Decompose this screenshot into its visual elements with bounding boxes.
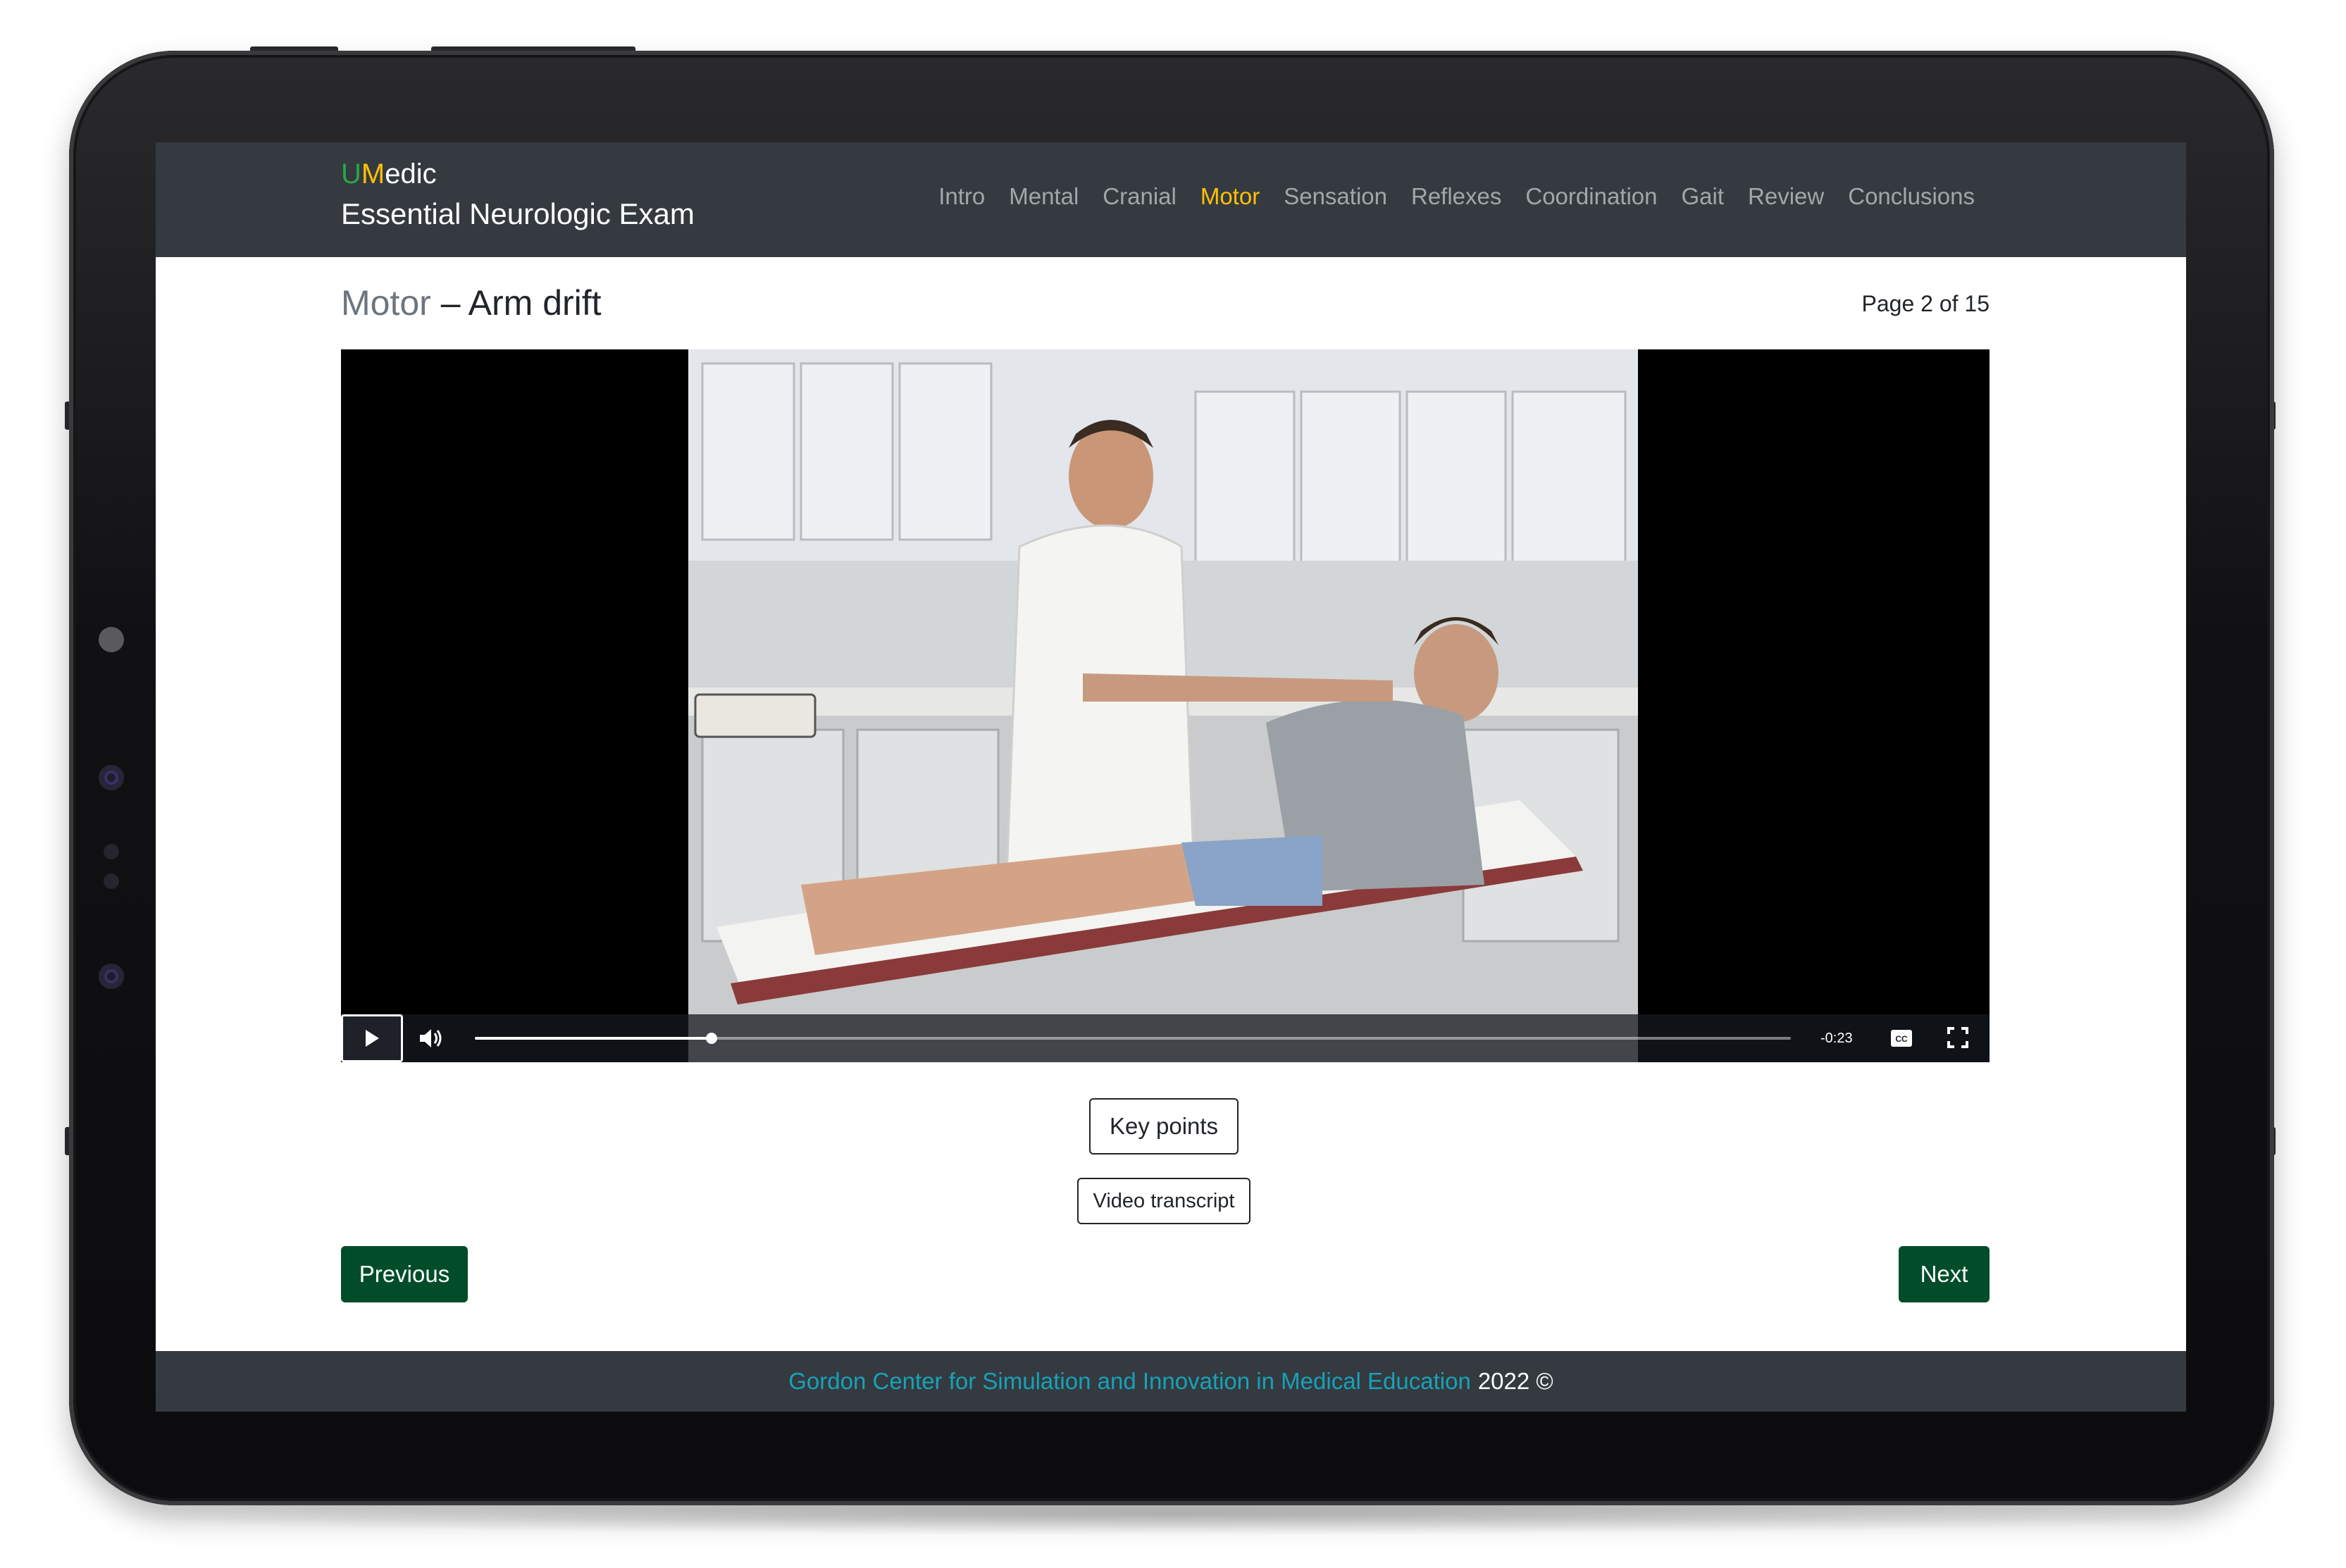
nav-item-cranial[interactable]: Cranial bbox=[1103, 179, 1177, 214]
nav-item-sensation[interactable]: Sensation bbox=[1284, 179, 1387, 214]
sensor-icon bbox=[99, 765, 124, 790]
video-transcript-button[interactable]: Video transcript bbox=[1077, 1178, 1250, 1224]
brand-logo-rest: edic bbox=[385, 158, 437, 189]
brand-subtitle: Essential Neurologic Exam bbox=[341, 197, 695, 230]
brand-logo: UMedic bbox=[341, 156, 695, 192]
brand-logo-m: M bbox=[361, 158, 385, 189]
closed-captions-icon: CC bbox=[1891, 1030, 1912, 1047]
progress-fill bbox=[475, 1037, 712, 1040]
next-button[interactable]: Next bbox=[1899, 1246, 1990, 1302]
progress-handle[interactable] bbox=[706, 1033, 718, 1044]
video-frame[interactable] bbox=[688, 349, 1638, 1062]
nav-links: Intro Mental Cranial Motor Sensation Ref… bbox=[938, 179, 1975, 214]
front-camera-icon bbox=[99, 627, 124, 652]
video-player[interactable]: -0:23 CC bbox=[341, 349, 1990, 1062]
volume-icon bbox=[420, 1029, 442, 1047]
nav-item-conclusions[interactable]: Conclusions bbox=[1848, 179, 1975, 214]
title-separator: – bbox=[430, 283, 468, 323]
play-icon bbox=[366, 1030, 379, 1047]
page-header: Motor – Arm drift Page 2 of 15 bbox=[341, 278, 1990, 328]
play-button[interactable] bbox=[341, 1014, 403, 1062]
nav-item-intro[interactable]: Intro bbox=[938, 179, 985, 214]
svg-text:CC: CC bbox=[1895, 1034, 1908, 1044]
previous-button[interactable]: Previous bbox=[341, 1246, 468, 1302]
volume-button[interactable] bbox=[414, 1023, 445, 1054]
nav-item-review[interactable]: Review bbox=[1748, 179, 1824, 214]
captions-button[interactable]: CC bbox=[1889, 1027, 1913, 1050]
brand-logo-u: U bbox=[341, 158, 361, 189]
top-navbar: UMedic Essential Neurologic Exam Intro M… bbox=[156, 142, 2186, 257]
sensor-icon bbox=[104, 873, 119, 889]
nav-item-coordination[interactable]: Coordination bbox=[1525, 179, 1657, 214]
footer-copyright: 2022 © bbox=[1477, 1368, 1553, 1394]
key-points-button[interactable]: Key points bbox=[1089, 1098, 1239, 1155]
page-section: Motor bbox=[341, 283, 431, 323]
video-still-image bbox=[688, 349, 1638, 1062]
sensor-icon bbox=[104, 844, 119, 859]
page-title: Motor – Arm drift bbox=[341, 278, 602, 328]
fullscreen-icon bbox=[1947, 1027, 1968, 1048]
footer: Gordon Center for Simulation and Innovat… bbox=[156, 1351, 2186, 1412]
page-topic: Arm drift bbox=[468, 283, 602, 323]
brand[interactable]: UMedic Essential Neurologic Exam bbox=[341, 156, 695, 237]
progress-bar[interactable] bbox=[475, 1033, 1791, 1044]
nav-item-mental[interactable]: Mental bbox=[1009, 179, 1079, 214]
page-counter: Page 2 of 15 bbox=[1861, 291, 1990, 316]
video-controls: -0:23 CC bbox=[341, 1014, 1990, 1062]
nav-item-reflexes[interactable]: Reflexes bbox=[1411, 179, 1501, 214]
sensor-icon bbox=[99, 964, 124, 989]
nav-item-motor[interactable]: Motor bbox=[1200, 179, 1260, 214]
screen: UMedic Essential Neurologic Exam Intro M… bbox=[156, 142, 2186, 1412]
footer-link[interactable]: Gordon Center for Simulation and Innovat… bbox=[788, 1368, 1471, 1395]
fullscreen-button[interactable] bbox=[1946, 1026, 1970, 1050]
time-remaining: -0:23 bbox=[1820, 1031, 1853, 1046]
nav-item-gait[interactable]: Gait bbox=[1682, 179, 1725, 214]
